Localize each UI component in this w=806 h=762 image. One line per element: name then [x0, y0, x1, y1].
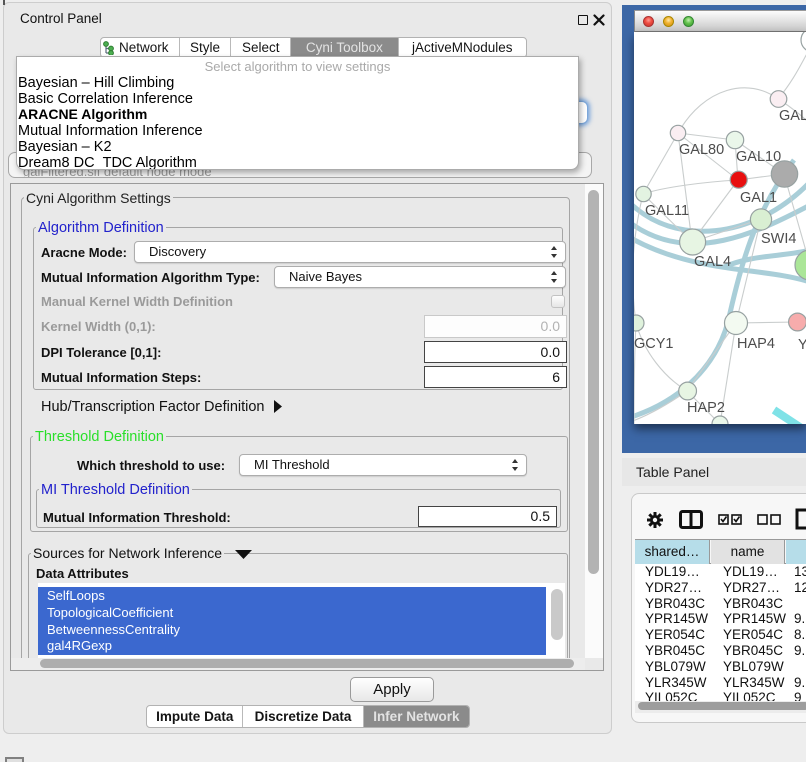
svg-text:HAP4: HAP4: [737, 336, 775, 352]
svg-text:GAL11: GAL11: [645, 203, 689, 219]
svg-text:SWI4: SWI4: [761, 231, 796, 247]
svg-text:GAL10: GAL10: [736, 149, 781, 165]
svg-text:GCY1: GCY1: [634, 336, 674, 352]
svg-text:HAP2: HAP2: [687, 400, 725, 416]
svg-text:GAL80: GAL80: [679, 142, 724, 158]
svg-text:GAL4: GAL4: [694, 254, 731, 270]
svg-text:GAL2: GAL2: [779, 108, 806, 124]
svg-text:GAL1: GAL1: [740, 190, 777, 206]
svg-text:Y: Y: [798, 337, 806, 353]
